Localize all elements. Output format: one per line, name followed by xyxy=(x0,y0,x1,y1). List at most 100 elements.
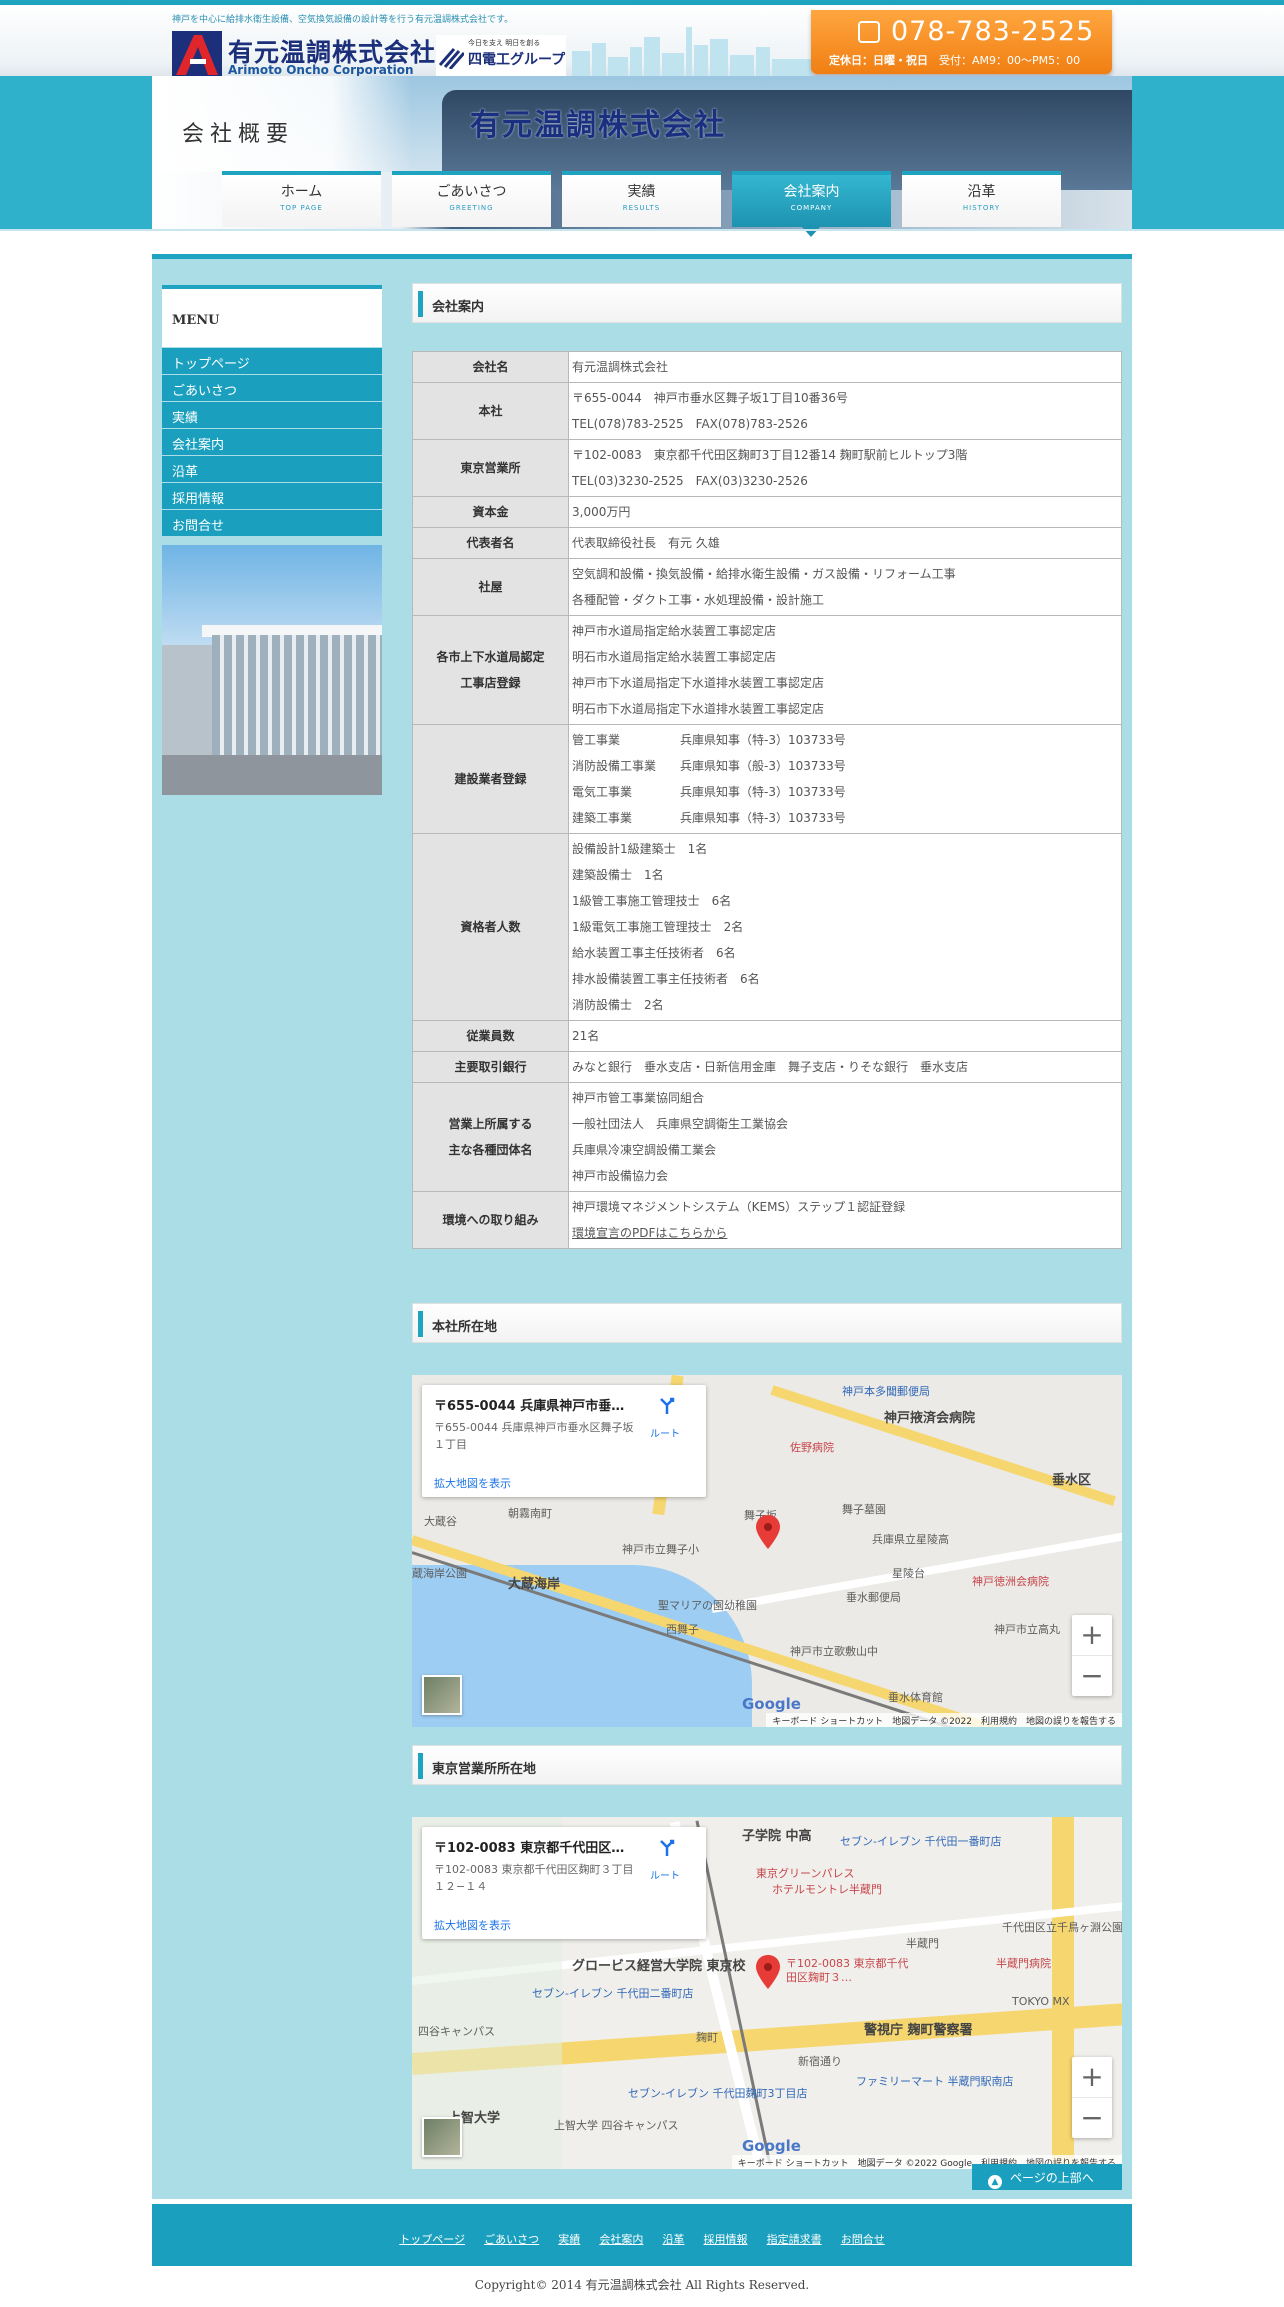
row-value-line: みなと銀行 垂水支店・日新信用金庫 舞子支店・りそな銀行 垂水支店 xyxy=(572,1060,969,1074)
sidebar-item-recruit[interactable]: 採用情報 xyxy=(162,483,382,509)
row-value-line: 明石市下水道局指定下水道排水装置工事認定店 xyxy=(572,702,825,716)
zoom-in-button[interactable]: + xyxy=(1072,2057,1112,2097)
footer-link-recruit[interactable]: 採用情報 xyxy=(704,2233,748,2246)
location-pin-icon[interactable] xyxy=(756,1515,780,1549)
nav-sublabel: COMPANY xyxy=(790,204,833,212)
zoom-in-button[interactable]: + xyxy=(1072,1615,1112,1655)
map-label: 神戸市立歌敷山中 xyxy=(790,1645,878,1658)
row-value-line: 電気工事業 兵庫県知事（特-3）103733号 xyxy=(572,785,846,799)
map-card-title: 〒655-0044 兵庫県神戸市垂水区舞子坂１丁目 xyxy=(434,1399,634,1414)
row-value-line: 排水設備装置工事主任技術者 6名 xyxy=(572,972,760,986)
row-value-line: 設備設計1級建築士 1名 xyxy=(572,842,708,856)
map-label: ファミリーマート 半蔵門駅南店 xyxy=(856,2075,1014,2088)
sidebar-menu-title: MENU xyxy=(162,285,382,347)
sidebar-item-company[interactable]: 会社案内 xyxy=(162,429,382,455)
tokyo-office-map[interactable]: 子学院 中高 セブン-イレブン 千代田一番町店 東京グリーンパレス ホテルモント… xyxy=(412,1817,1122,2169)
row-label-line: 代表者名 xyxy=(466,536,515,550)
map-card-address: 〒102-0083 東京都千代田区麹町３丁目１２−１４ xyxy=(434,1863,634,1893)
row-label-line: 工事店登録 xyxy=(460,676,521,690)
table-row: 建設業者登録 管工事業 兵庫県知事（特-3）103733号 消防設備工事業 兵庫県知… xyxy=(412,724,1122,834)
nav-sublabel: HISTORY xyxy=(962,204,1001,212)
footer-link-company[interactable]: 会社案内 xyxy=(599,2233,643,2246)
sidebar-item-history[interactable]: 沿革 xyxy=(162,456,382,482)
footer-link-invoice[interactable]: 指定請求書 xyxy=(767,2233,822,2246)
map-label: セブン-イレブン 千代田一番町店 xyxy=(840,1835,1002,1848)
row-label: 建設業者登録 xyxy=(412,724,569,834)
nav-results[interactable]: 実績 RESULTS xyxy=(562,171,721,227)
satellite-toggle[interactable] xyxy=(422,1675,462,1715)
table-row: 主要取引銀行 みなと銀行 垂水支店・日新信用金庫 舞子支店・りそな銀行 垂水支店 xyxy=(412,1051,1122,1083)
phone-banner[interactable]: 078-783-2525 定休日：日曜・祝日 受付：AM9：00〜PM5：00 xyxy=(811,10,1112,74)
table-row: 営業上所属する 主な各種団体名 神戸市管工事業協同組合 一般社団法人 兵庫県空調衛生工… xyxy=(412,1082,1122,1192)
table-row: 環境への取り組み 神戸環境マネジメントシステム（KEMS）ステップ１認証登録 環境宣… xyxy=(412,1191,1122,1249)
row-value: 〒102-0083 東京都千代田区麹町3丁目12番14 麹町駅前ヒルトップ3階 T… xyxy=(568,439,1122,497)
table-row: 東京営業所 〒102-0083 東京都千代田区麹町3丁目12番14 麹町駅前ヒルト… xyxy=(412,439,1122,497)
directions-icon[interactable] xyxy=(658,1839,676,1857)
page-top-button[interactable]: ▲ ページの上部へ xyxy=(972,2164,1122,2190)
map-label: 垂水郵便局 xyxy=(846,1591,901,1604)
section-title-company: 会社案内 xyxy=(412,283,1122,323)
footer-link-greeting[interactable]: ごあいさつ xyxy=(484,2233,539,2246)
footer-link-results[interactable]: 実績 xyxy=(558,2233,580,2246)
footer-link-top[interactable]: トップページ xyxy=(399,2233,465,2246)
row-value: 〒655-0044 神戸市垂水区舞子坂1丁目10番36号 TEL(078)783-… xyxy=(568,382,1122,440)
footer-link-history[interactable]: 沿革 xyxy=(662,2233,684,2246)
view-larger-map-link[interactable]: 拡大地図を表示 xyxy=(434,1917,511,1933)
phone-number[interactable]: 078-783-2525 xyxy=(891,16,1094,47)
map-label: グロービス経営大学院 東京校 xyxy=(572,1959,746,1974)
group-badge: 今日を支え 明日を創る 四電工グループ xyxy=(436,35,566,77)
pdf-link[interactable]: 環境宣言のPDFはこちらから xyxy=(572,1226,727,1240)
footer-link-contact[interactable]: お問合せ xyxy=(841,2233,885,2246)
row-value-line: 建築設備士 1名 xyxy=(572,868,664,882)
map-label: 半蔵門病院 xyxy=(996,1957,1051,1970)
location-pin-icon[interactable] xyxy=(756,1955,780,1989)
group-logo-icon xyxy=(438,48,464,69)
row-value-line: 環境宣言のPDFはこちらから xyxy=(572,1220,1118,1246)
map-label: 星陵台 xyxy=(892,1567,925,1580)
company-logo-icon[interactable] xyxy=(172,31,222,77)
map-label: 神戸徳洲会病院 xyxy=(972,1575,1049,1588)
map-card-title: 〒102-0083 東京都千代田区麹町３丁目１２−１４ xyxy=(434,1841,634,1856)
map-label: 蔵海岸公園 xyxy=(412,1567,467,1580)
page-top-label: ページの上部へ xyxy=(1010,2171,1094,2185)
nav-company[interactable]: 会社案内 COMPANY xyxy=(732,171,891,237)
logo-text-en[interactable]: Arimoto Oncho Corporation xyxy=(228,63,414,77)
google-logo: Google xyxy=(742,2137,801,2155)
sidebar-item-contact[interactable]: お問合せ xyxy=(162,510,382,536)
satellite-toggle[interactable] xyxy=(422,2117,462,2157)
head-office-map[interactable]: 神戸本多聞郵便局 神戸掖済会病院 佐野病院 垂水区 舞子墓園 大蔵谷 朝霧南町 … xyxy=(412,1375,1122,1727)
map-label: 舞子墓園 xyxy=(842,1503,886,1516)
directions-link[interactable]: ルート xyxy=(650,1867,680,1882)
directions-link[interactable]: ルート xyxy=(650,1425,680,1440)
sidebar-item-greeting[interactable]: ごあいさつ xyxy=(162,375,382,401)
row-value-line: 神戸市管工事業協同組合 xyxy=(572,1091,705,1105)
row-value-line: 給水装置工事主任技術者 6名 xyxy=(572,946,736,960)
map-label: 垂水区 xyxy=(1052,1473,1092,1488)
map-label: 神戸市立舞子小 xyxy=(622,1543,699,1556)
row-label-line: 各市上下水道局認定 xyxy=(436,650,545,664)
site-tagline: 神戸を中心に給排水衛生設備、空気換気設備の設計等を行う有元温調株式会社です。 xyxy=(172,15,514,25)
row-value-line: 有元温調株式会社 xyxy=(572,360,669,374)
map-pin-label: 〒102-0083 東京都千代田区麹町３… xyxy=(786,1957,909,1984)
directions-icon[interactable] xyxy=(658,1397,676,1415)
map-label: セブン-イレブン 千代田二番町店 xyxy=(532,1987,694,2000)
map-label: 神戸市立高丸 xyxy=(994,1623,1060,1636)
table-row: 代表者名 代表取締役社長 有元 久雄 xyxy=(412,527,1122,559)
nav-history[interactable]: 沿革 HISTORY xyxy=(902,171,1061,227)
sidebar-item-top[interactable]: トップページ xyxy=(162,348,382,374)
nav-greeting[interactable]: ごあいさつ GREETING xyxy=(392,171,551,227)
view-larger-map-link[interactable]: 拡大地図を表示 xyxy=(434,1475,511,1491)
nav-home[interactable]: ホーム TOP PAGE xyxy=(222,171,381,227)
photo-facade xyxy=(212,635,382,755)
zoom-out-button[interactable]: − xyxy=(1072,2097,1112,2137)
row-value-line: 21名 xyxy=(572,1029,600,1043)
map-attribution[interactable]: キーボード ショートカット 地図データ ©2022 利用規約 地図の誤りを報告す… xyxy=(766,1713,1122,1727)
row-value: 神戸市管工事業協同組合 一般社団法人 兵庫県空調衛生工業協会 兵庫県冷凍空調設備工業… xyxy=(568,1082,1122,1192)
row-label: 従業員数 xyxy=(412,1020,569,1052)
row-label-line: 従業員数 xyxy=(466,1029,515,1043)
row-value-line: 各種配管・ダクト工事・水処理設備・設計施工 xyxy=(572,593,825,607)
zoom-out-button[interactable]: − xyxy=(1072,1655,1112,1695)
sidebar-item-results[interactable]: 実績 xyxy=(162,402,382,428)
content-column: 会社案内 会社名 有元温調株式会社 本社 〒655-0044 神戸市垂水区舞子坂1丁目… xyxy=(412,283,1122,2169)
row-value: 21名 xyxy=(568,1020,1122,1052)
